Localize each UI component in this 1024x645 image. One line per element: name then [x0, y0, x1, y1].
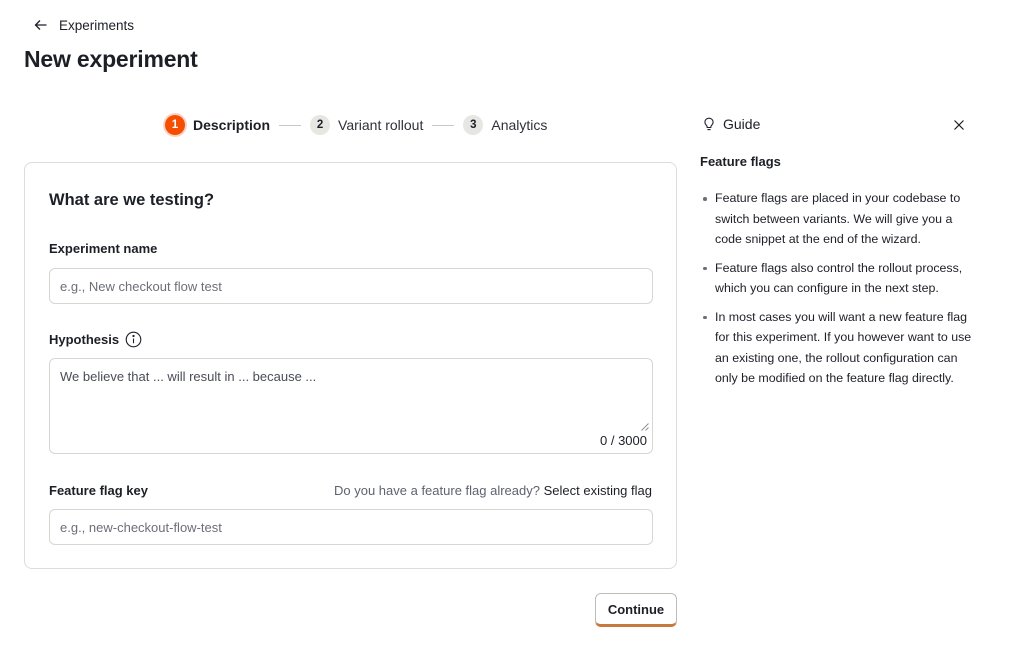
step-description[interactable]: 1 Description — [165, 115, 270, 135]
step-connector — [432, 124, 455, 126]
step-label: Analytics — [491, 117, 548, 133]
arrow-left-icon — [34, 20, 47, 30]
close-icon[interactable] — [952, 118, 966, 132]
step-label: Variant rollout — [338, 117, 424, 133]
page-title: New experiment — [24, 46, 198, 72]
info-icon[interactable] — [125, 331, 142, 348]
guide-list: Feature flags are placed in your codebas… — [700, 188, 978, 397]
guide-header: Guide — [702, 116, 760, 132]
guide-list-item: Feature flags are placed in your codebas… — [700, 188, 978, 250]
hypothesis-label: Hypothesis — [49, 331, 142, 348]
hypothesis-textarea-wrapper: 0 / 3000 — [49, 358, 653, 454]
experiment-name-input[interactable] — [49, 268, 653, 304]
lightbulb-icon — [704, 117, 714, 131]
form-title: What are we testing? — [49, 191, 215, 209]
guide-header-label: Guide — [723, 116, 761, 132]
wizard-stepper: 1 Description 2 Variant rollout 3 Analyt… — [165, 115, 547, 135]
resize-handle-icon[interactable] — [641, 423, 649, 431]
step-analytics[interactable]: 3 Analytics — [463, 115, 547, 135]
feature-flag-key-label-text: Feature flag key — [49, 483, 148, 498]
experiment-name-label: Experiment name — [49, 241, 157, 256]
select-existing-flag-link[interactable]: Select existing flag — [544, 483, 652, 498]
step-variant-rollout[interactable]: 2 Variant rollout — [310, 115, 423, 135]
hypothesis-label-text: Hypothesis — [49, 332, 120, 347]
experiment-name-label-text: Experiment name — [49, 241, 158, 256]
step-number-badge: 3 — [463, 115, 484, 135]
feature-flag-key-label: Feature flag key — [49, 483, 148, 498]
step-number-badge: 1 — [165, 115, 185, 135]
existing-flag-hint: Do you have a feature flag already? Sele… — [334, 483, 652, 498]
guide-title: Feature flags — [700, 154, 781, 169]
guide-list-item: Feature flags also control the rollout p… — [700, 258, 978, 299]
back-link-label: Experiments — [59, 17, 135, 33]
back-to-experiments-link[interactable]: Experiments — [33, 17, 134, 33]
step-number-badge: 2 — [310, 115, 331, 135]
continue-button[interactable]: Continue — [595, 593, 677, 627]
hypothesis-textarea[interactable] — [50, 359, 652, 429]
existing-flag-hint-text: Do you have a feature flag already? — [334, 483, 540, 498]
step-connector — [279, 124, 302, 126]
hypothesis-char-count: 0 / 3000 — [600, 433, 647, 448]
guide-list-item: In most cases you will want a new featur… — [700, 307, 978, 389]
experiment-form-card: What are we testing? Experiment name Hyp… — [24, 162, 677, 569]
feature-flag-key-input[interactable] — [49, 509, 653, 545]
step-label: Description — [193, 117, 271, 133]
